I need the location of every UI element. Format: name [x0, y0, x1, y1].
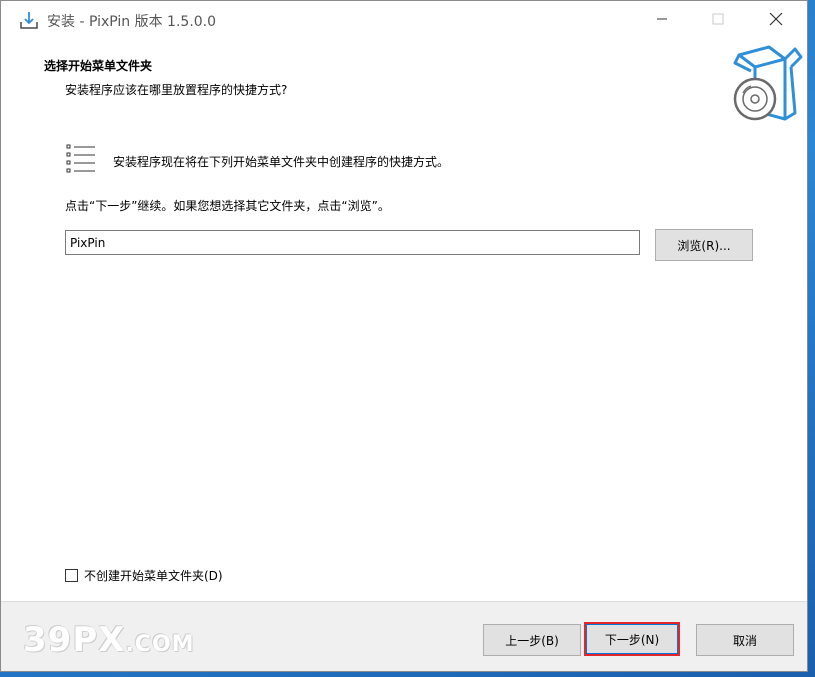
watermark-logo: 39PX.COM: [23, 620, 195, 660]
maximize-button[interactable]: [695, 1, 741, 39]
no-start-menu-folder-label: 不创建开始菜单文件夹(D): [84, 569, 223, 583]
wizard-footer: 39PX.COM 上一步(B) 下一步(N) 取消: [1, 601, 807, 671]
maximize-icon: [712, 13, 724, 28]
next-button[interactable]: 下一步(N): [586, 624, 678, 654]
watermark-main: 39PX: [23, 620, 126, 660]
page-subtitle: 安装程序应该在哪里放置程序的快捷方式?: [65, 83, 288, 97]
close-icon: [769, 12, 783, 29]
close-button[interactable]: [753, 1, 799, 39]
hint-text: 点击“下一步”继续。如果您想选择其它文件夹，点击“浏览”。: [65, 199, 390, 213]
box-disc-icon: [729, 41, 805, 125]
cancel-button[interactable]: 取消: [696, 624, 794, 656]
list-icon: [65, 143, 97, 177]
info-text: 安装程序现在将在下列开始菜单文件夹中创建程序的快捷方式。: [113, 155, 450, 169]
browse-button[interactable]: 浏览(R)...: [655, 229, 753, 261]
installer-window: 安装 - PixPin 版本 1.5.0.0 选择开始菜单文件夹 安装程序应该在…: [0, 0, 808, 672]
page-title: 选择开始菜单文件夹: [44, 59, 153, 73]
install-download-icon: [19, 10, 39, 30]
no-start-menu-folder-option[interactable]: 不创建开始菜单文件夹(D): [65, 567, 223, 584]
no-start-menu-folder-checkbox[interactable]: [65, 569, 78, 582]
back-button[interactable]: 上一步(B): [483, 624, 581, 656]
start-menu-folder-input[interactable]: [65, 230, 640, 255]
minimize-icon: [656, 13, 668, 28]
minimize-button[interactable]: [639, 1, 685, 39]
wizard-header: 选择开始菜单文件夹 安装程序应该在哪里放置程序的快捷方式?: [1, 39, 807, 129]
watermark-suffix: .COM: [125, 632, 195, 657]
window-title: 安装 - PixPin 版本 1.5.0.0: [47, 14, 217, 30]
title-bar[interactable]: 安装 - PixPin 版本 1.5.0.0: [1, 1, 807, 39]
